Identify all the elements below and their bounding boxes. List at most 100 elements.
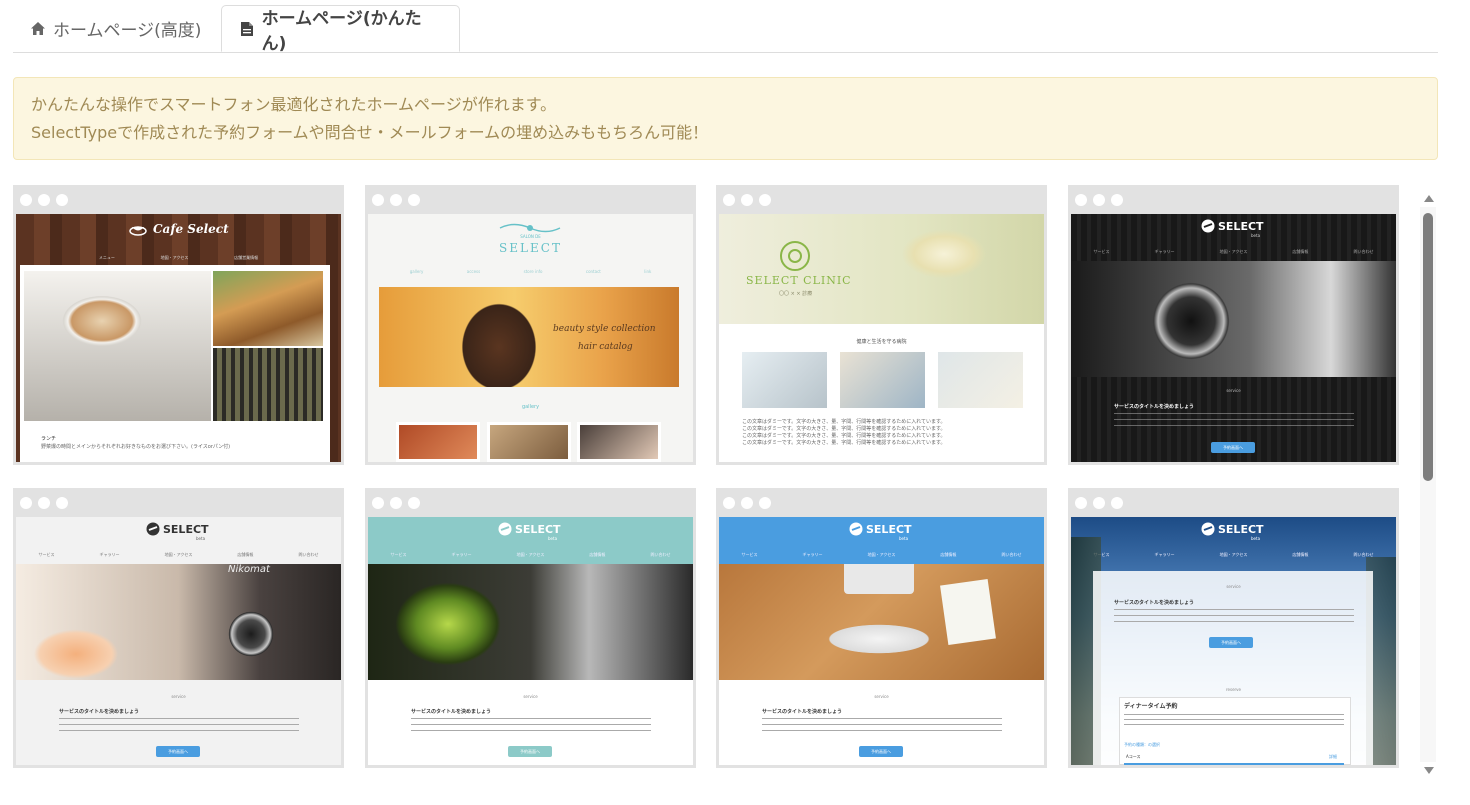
document-icon bbox=[238, 20, 256, 38]
tab-homepage-advanced[interactable]: ホームページ(高度) bbox=[13, 5, 220, 51]
tab-bar: ホームページ(高度) ホームページ(かんたん) bbox=[13, 5, 1438, 54]
nav-item: サービス bbox=[38, 552, 55, 557]
select-logo-icon bbox=[1201, 219, 1215, 233]
nav-item: 地図・アクセス bbox=[1219, 552, 1248, 557]
service-title: サービスのタイトルを決めましょう bbox=[59, 709, 140, 715]
nav-item: contact bbox=[585, 269, 601, 274]
site-logo: SELECT bbox=[499, 241, 562, 255]
template-preview: Cafe Select メニュー 地図・アクセス 店舗営業情報 ランチ 野菜爆の… bbox=[16, 214, 341, 462]
body-text: この文章はダミーです。文字の大きさ、量、字間、行間等を確認するために入れています… bbox=[742, 440, 946, 446]
home-icon bbox=[29, 19, 47, 37]
template-card-dark[interactable]: SELECT beta サービス ギャラリー 地図・アクセス 店舗情報 問い合わ… bbox=[1068, 185, 1399, 465]
template-preview: SELECT CLINIC 〇〇 × × 診療 健康と生活を守る病院 この文章は… bbox=[719, 214, 1044, 462]
reserve-button: 予約画面へ bbox=[859, 746, 903, 757]
logo-sub: 〇〇 × × 診療 bbox=[779, 291, 813, 297]
site-logo: SELECT bbox=[515, 522, 561, 536]
image-text: hair catalog bbox=[578, 342, 633, 352]
nav-item: 店舗情報 bbox=[1292, 249, 1309, 254]
section-title: 健康と生活を守る病院 bbox=[856, 339, 907, 345]
monitor-shape bbox=[844, 564, 914, 594]
caption-body: 野菜爆の時間とメインからそれぞれお好きなものをお選び下さい。(ライスorパン付) bbox=[41, 444, 231, 450]
clinic-photo bbox=[742, 352, 827, 408]
section-title: service bbox=[874, 694, 889, 699]
nav-item: 地図・アクセス bbox=[160, 255, 189, 260]
template-card-camera[interactable]: SELECT beta サービス ギャラリー 地図・アクセス 店舗情報 問い合わ… bbox=[13, 488, 344, 768]
nav-item: ギャラリー bbox=[451, 552, 472, 557]
template-card-salon[interactable]: SALON DE SELECT gallery access store inf… bbox=[365, 185, 696, 465]
site-logo: SELECT bbox=[866, 522, 912, 536]
hero-photo bbox=[719, 214, 1044, 324]
cup-icon bbox=[129, 226, 147, 236]
nav-item: サービス bbox=[1093, 249, 1110, 254]
body-text: この文章はダミーです。文字の大きさ、量、字間、行間等を確認するために入れています… bbox=[742, 419, 946, 425]
logo-sub: beta bbox=[196, 536, 206, 541]
template-preview: SELECT beta サービス ギャラリー 地図・アクセス 店舗情報 問い合わ… bbox=[1071, 517, 1396, 765]
template-card-snow[interactable]: SELECT beta サービス ギャラリー 地図・アクセス 店舗情報 問い合わ… bbox=[1068, 488, 1399, 768]
body-text-lines bbox=[1114, 413, 1354, 431]
notice-line-1: かんたんな操作でスマートフォン最適化されたホームページが作れます。 bbox=[31, 95, 557, 114]
reserve-body-lines bbox=[1124, 714, 1344, 728]
template-card-cafe[interactable]: Cafe Select メニュー 地図・アクセス 店舗営業情報 ランチ 野菜爆の… bbox=[13, 185, 344, 465]
service-title: サービスのタイトルを決めましょう bbox=[1114, 600, 1195, 606]
sandwich-photo bbox=[213, 271, 323, 346]
service-title: サービスのタイトルを決めましょう bbox=[762, 709, 843, 715]
window-dots bbox=[372, 194, 420, 206]
tab-label: ホームページ(かんたん) bbox=[261, 8, 422, 54]
interior-photo bbox=[213, 348, 323, 421]
clinic-photo bbox=[938, 352, 1023, 408]
reserve-button: 予約画面へ bbox=[156, 746, 200, 757]
select-logo-icon bbox=[1201, 522, 1215, 536]
nav-item: 問い合わせ bbox=[1001, 552, 1022, 557]
nav-item: 店舗情報 bbox=[1292, 552, 1309, 557]
nav-item: access bbox=[466, 269, 481, 274]
nav-item: サービス bbox=[741, 552, 758, 557]
section-title: service bbox=[1226, 584, 1241, 589]
select-logo-icon bbox=[849, 522, 863, 536]
nav-item: ギャラリー bbox=[802, 552, 823, 557]
window-dots bbox=[20, 497, 68, 509]
hero-photo bbox=[16, 564, 341, 680]
site-logo: SELECT bbox=[163, 522, 209, 536]
section-title: service bbox=[523, 694, 538, 699]
body-text-lines bbox=[1114, 609, 1354, 627]
scrollbar-thumb[interactable] bbox=[1423, 213, 1433, 481]
nav-item: ギャラリー bbox=[1154, 249, 1175, 254]
gallery-thumb bbox=[487, 422, 571, 462]
reserve-detail: 詳細 bbox=[1329, 754, 1337, 759]
hero-photo bbox=[1071, 261, 1396, 377]
section-title: service bbox=[171, 694, 186, 699]
body-text: この文章はダミーです。文字の大きさ、量、字間、行間等を確認するために入れています… bbox=[742, 426, 946, 432]
nav-item: store info bbox=[523, 269, 543, 274]
reserve-course: Aコース bbox=[1126, 754, 1141, 759]
nav-item: 店舗情報 bbox=[237, 552, 254, 557]
body-text-lines bbox=[411, 718, 651, 736]
window-dots bbox=[1075, 194, 1123, 206]
body-text-lines bbox=[762, 718, 1002, 736]
template-preview: SALON DE SELECT gallery access store inf… bbox=[368, 214, 693, 462]
gallery-thumb bbox=[577, 422, 661, 462]
site-logo: SELECT bbox=[1218, 219, 1264, 233]
site-logo: SELECT bbox=[1218, 522, 1264, 536]
scroll-down-arrow-icon[interactable] bbox=[1422, 764, 1436, 776]
service-title: サービスのタイトルを決めましょう bbox=[1114, 404, 1195, 410]
template-card-clinic[interactable]: SELECT CLINIC 〇〇 × × 診療 健康と生活を守る病院 この文章は… bbox=[716, 185, 1047, 465]
template-card-teal[interactable]: SELECT beta サービス ギャラリー 地図・アクセス 店舗情報 問い合わ… bbox=[365, 488, 696, 768]
tab-label: ホームページ(高度) bbox=[53, 20, 202, 41]
template-preview: SELECT beta サービス ギャラリー 地図・アクセス 店舗情報 問い合わ… bbox=[16, 517, 341, 765]
hero-photo bbox=[368, 564, 693, 680]
nav-item: 店舗営業情報 bbox=[234, 255, 259, 260]
gallery-thumb bbox=[396, 422, 480, 462]
clinic-logo-icon bbox=[779, 240, 811, 276]
caption-title: ランチ bbox=[41, 436, 57, 442]
info-notice: かんたんな操作でスマートフォン最適化されたホームページが作れます。 Select… bbox=[13, 77, 1438, 160]
tab-homepage-simple[interactable]: ホームページ(かんたん) bbox=[221, 5, 460, 54]
section-title: service bbox=[1226, 388, 1241, 393]
image-text: beauty style collection bbox=[553, 324, 656, 334]
template-card-blue[interactable]: SELECT beta サービス ギャラリー 地図・アクセス 店舗情報 問い合わ… bbox=[716, 488, 1047, 768]
select-logo-icon bbox=[146, 522, 160, 536]
nav-item: 地図・アクセス bbox=[516, 552, 545, 557]
notice-line-2: SelectTypeで作成された予約フォームや問合せ・メールフォームの埋め込みも… bbox=[31, 123, 709, 142]
window-dots bbox=[372, 497, 420, 509]
scroll-up-arrow-icon[interactable] bbox=[1422, 192, 1436, 204]
nav-item: 問い合わせ bbox=[298, 552, 319, 557]
